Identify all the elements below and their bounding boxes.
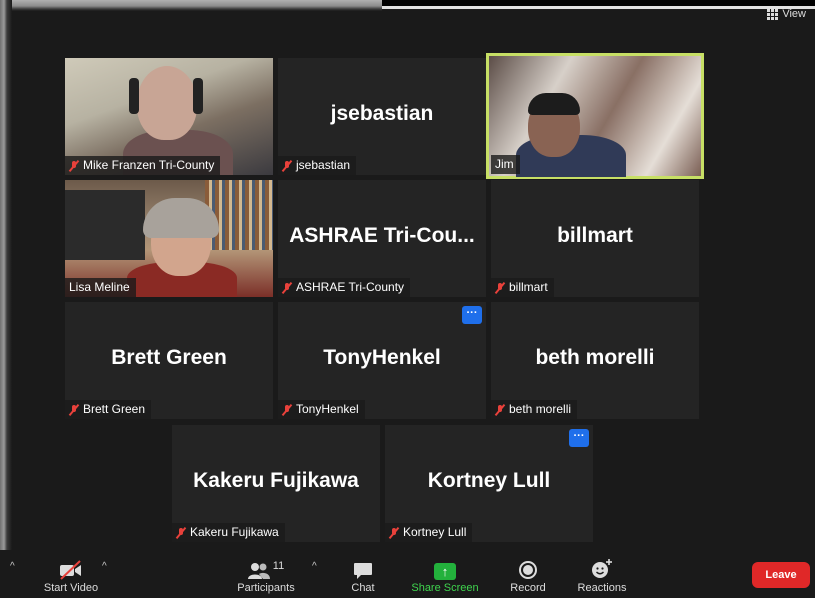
share-screen-arrow-icon: ↑ [434, 563, 456, 580]
mic-muted-icon [495, 404, 505, 416]
participant-name: jsebastian [296, 158, 351, 172]
video-plotter-machine [65, 190, 145, 260]
mic-muted-icon [282, 282, 292, 294]
video-person-hair [528, 93, 580, 115]
participant-tile-tonyhenkel[interactable]: ··· TonyHenkel TonyHenkel [278, 302, 486, 419]
window-frame-top-line [382, 6, 815, 9]
participant-more-options-button[interactable]: ··· [569, 429, 589, 447]
participant-display-name: jsebastian [330, 102, 434, 125]
participants-icon [247, 563, 270, 579]
participant-name: TonyHenkel [296, 402, 359, 416]
share-screen-label: Share Screen [411, 582, 479, 594]
participant-tile-jim-active-speaker[interactable]: Jim [486, 53, 704, 179]
start-video-button[interactable]: Start Video [40, 556, 102, 594]
participant-display-name: TonyHenkel [323, 346, 441, 369]
participant-tile-mike-franzen[interactable]: Mike Franzen Tri-County [65, 58, 273, 175]
participant-tile-ashrae[interactable]: ASHRAE Tri-Cou... ASHRAE Tri-County [278, 180, 486, 297]
participant-tile-jsebastian[interactable]: jsebastian jsebastian [278, 58, 486, 175]
participant-tile-billmart[interactable]: billmart billmart [491, 180, 699, 297]
video-off-icon [60, 560, 81, 580]
participant-name: ASHRAE Tri-County [296, 280, 405, 294]
headphones-left [129, 78, 139, 114]
participant-display-name: Kortney Lull [427, 469, 551, 492]
participant-name: Kakeru Fujikawa [190, 525, 279, 539]
participant-name-label: Brett Green [65, 400, 152, 419]
share-screen-button[interactable]: ↑ Share Screen [410, 556, 480, 594]
view-label: View [782, 8, 806, 20]
reactions-emoji-icon [592, 559, 612, 578]
record-button[interactable]: Record [506, 556, 550, 594]
participant-name-label: Lisa Meline [65, 278, 136, 297]
mic-muted-icon [495, 282, 505, 294]
participant-name: Jim [495, 157, 514, 171]
participants-options-chevron[interactable]: ^ [312, 561, 317, 572]
participant-name: Kortney Lull [403, 525, 467, 539]
video-options-chevron[interactable]: ^ [102, 561, 107, 572]
record-label: Record [510, 582, 546, 594]
participant-name-label: Mike Franzen Tri-County [65, 156, 221, 175]
headphones-right [193, 78, 203, 114]
chat-label: Chat [351, 582, 375, 594]
participant-name-label: Kakeru Fujikawa [172, 523, 285, 542]
window-frame-left [0, 0, 12, 556]
leave-meeting-button[interactable]: Leave [752, 562, 810, 588]
mic-muted-icon [69, 160, 79, 172]
participant-name: Mike Franzen Tri-County [83, 158, 215, 172]
video-person-head [137, 66, 197, 140]
participant-display-name: billmart [557, 224, 633, 247]
participant-name-label: Jim [491, 155, 520, 174]
window-frame-top [0, 0, 382, 11]
participant-name: beth morelli [509, 402, 572, 416]
meeting-toolbar: ^ Start Video ^ 11 Participants ^ Chat ↑… [0, 550, 815, 598]
participant-display-name: Brett Green [111, 346, 227, 369]
mic-muted-icon [282, 160, 292, 172]
start-video-label: Start Video [43, 582, 99, 594]
participant-more-options-button[interactable]: ··· [462, 306, 482, 324]
participant-name: Lisa Meline [69, 280, 130, 294]
view-button[interactable]: View [767, 8, 806, 20]
participants-count: 11 [272, 560, 285, 572]
participants-label: Participants [237, 582, 295, 594]
participant-tile-lisa-meline[interactable]: Lisa Meline [65, 180, 273, 297]
participant-display-name: ASHRAE Tri-Cou... [289, 224, 475, 247]
participant-tile-kortney-lull[interactable]: ··· Kortney Lull Kortney Lull [385, 425, 593, 542]
mic-muted-icon [282, 404, 292, 416]
participant-name-label: beth morelli [491, 400, 578, 419]
participant-name-label: billmart [491, 278, 554, 297]
participant-name-label: TonyHenkel [278, 400, 365, 419]
participant-tile-beth-morelli[interactable]: beth morelli beth morelli [491, 302, 699, 419]
participant-name-label: Kortney Lull [385, 523, 473, 542]
participant-name-label: jsebastian [278, 156, 357, 175]
chat-icon [354, 563, 372, 579]
mic-muted-icon [69, 404, 79, 416]
participant-name: billmart [509, 280, 548, 294]
participant-name-label: ASHRAE Tri-County [278, 278, 411, 297]
audio-options-chevron[interactable]: ^ [10, 561, 15, 572]
chat-button[interactable]: Chat [343, 556, 383, 594]
participant-display-name: Kakeru Fujikawa [193, 469, 359, 492]
reactions-button[interactable]: Reactions [574, 556, 630, 594]
participant-tile-brett-green[interactable]: Brett Green Brett Green [65, 302, 273, 419]
mic-muted-icon [389, 527, 399, 539]
grid-view-icon [767, 8, 779, 20]
participants-button[interactable]: 11 Participants [234, 556, 298, 594]
participant-display-name: beth morelli [535, 346, 655, 369]
mic-muted-icon [176, 527, 186, 539]
participant-tile-kakeru-fujikawa[interactable]: Kakeru Fujikawa Kakeru Fujikawa [172, 425, 380, 542]
reactions-label: Reactions [577, 582, 627, 594]
participant-name: Brett Green [83, 402, 146, 416]
record-icon [519, 561, 537, 579]
